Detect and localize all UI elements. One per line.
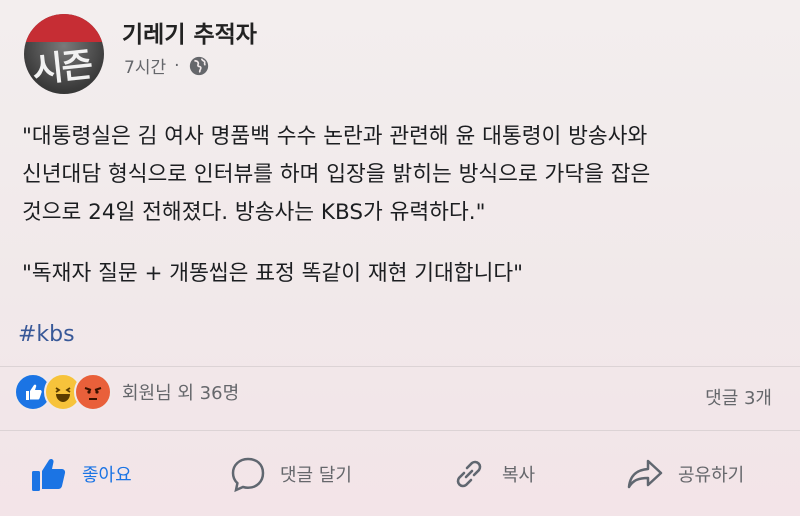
post-text-line: "대통령실은 김 여사 명품백 수수 논란과 관련해 윤 대통령이 방송사와 xyxy=(22,124,648,149)
like-button[interactable]: 좋아요 xyxy=(28,448,132,500)
angry-reaction-icon xyxy=(74,373,112,411)
action-bar: 좋아요 댓글 달기 복사 공유하기 xyxy=(0,448,800,500)
copy-button[interactable]: 복사 xyxy=(448,448,535,500)
comments-count[interactable]: 댓글 3개 xyxy=(705,384,772,410)
link-icon xyxy=(456,460,482,488)
avatar[interactable]: 시즌 xyxy=(24,14,104,94)
post-quote: "독재자 질문 + 개똥씹은 표정 똑같이 재현 기대합니다" xyxy=(22,261,524,286)
like-label: 좋아요 xyxy=(82,465,132,486)
copy-label: 복사 xyxy=(502,465,536,486)
share-button[interactable]: 공유하기 xyxy=(624,448,744,500)
comment-label: 댓글 달기 xyxy=(280,465,352,486)
thumbs-up-icon xyxy=(32,458,66,491)
meta-separator: · xyxy=(174,55,180,76)
post-header: 시즌 기레기 추적자 7시간 · xyxy=(0,0,800,110)
globe-icon xyxy=(189,56,208,75)
post-time[interactable]: 7시간 xyxy=(124,53,166,78)
post-meta: 7시간 · xyxy=(124,53,210,78)
avatar-text: 시즌 xyxy=(30,45,93,91)
reactions-bar[interactable]: 회원님 외 36명 xyxy=(14,373,239,411)
post-text-line: 것으로 24일 전해졌다. 방송사는 KBS가 유력하다." xyxy=(22,200,486,225)
post-body: "대통령실은 김 여사 명품백 수수 논란과 관련해 윤 대통령이 방송사와 신… xyxy=(22,118,782,232)
comment-button[interactable]: 댓글 달기 xyxy=(228,448,352,500)
divider xyxy=(0,366,800,367)
share-icon xyxy=(627,459,663,489)
hashtag-link[interactable]: #kbs xyxy=(18,322,75,347)
reaction-summary[interactable]: 회원님 외 36명 xyxy=(122,379,239,405)
divider xyxy=(0,430,800,431)
share-label: 공유하기 xyxy=(678,465,745,486)
page-name[interactable]: 기레기 추적자 xyxy=(122,15,257,49)
avatar-band xyxy=(24,14,104,42)
post-text-line: 신년대담 형식으로 인터뷰를 하며 입장을 밝히는 방식으로 가닥을 잡은 xyxy=(22,162,651,187)
comment-icon xyxy=(231,457,265,493)
